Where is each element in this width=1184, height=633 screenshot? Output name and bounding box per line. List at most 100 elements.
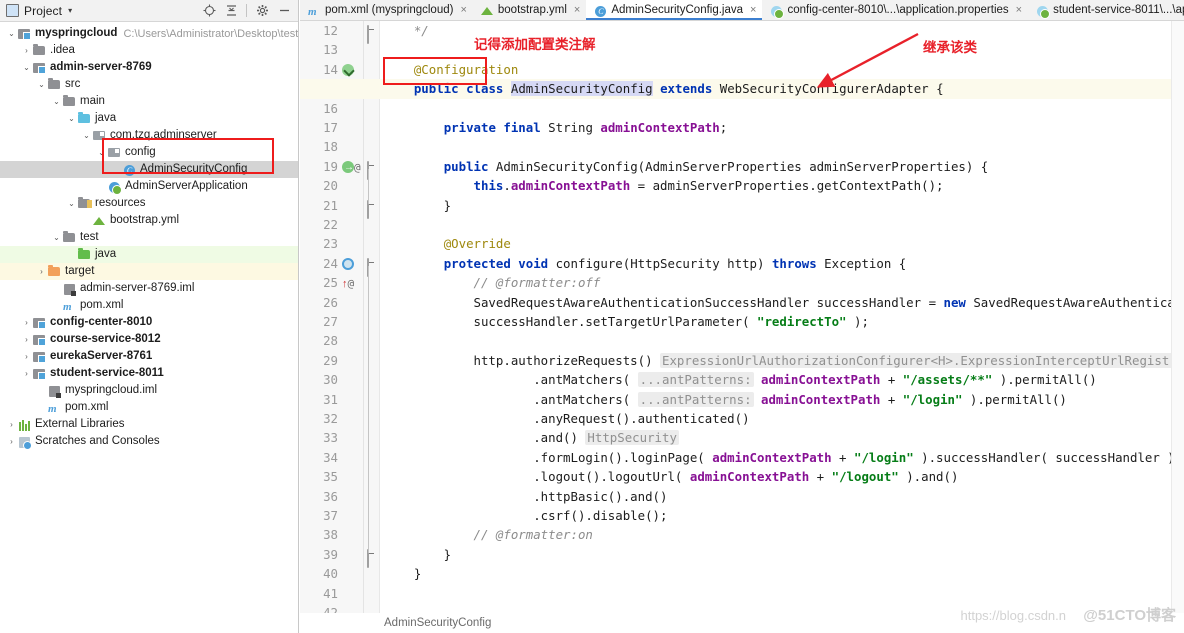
code-line[interactable]: public class AdminSecurityConfig extends… [300, 79, 1184, 99]
tree-item-label: AdminServerApplication [125, 180, 248, 192]
tree-item-pom-xml[interactable]: m pom.xml [0, 297, 298, 314]
tree-item-bootstrap-yml[interactable]: bootstrap.yml [0, 212, 298, 229]
folder-icon [62, 230, 77, 245]
tree-item-admin-server-8769-iml[interactable]: admin-server-8769.iml [0, 280, 298, 297]
project-tree[interactable]: ⌄ myspringcloud C:\Users\Administrator\Des… [0, 22, 298, 633]
editor-tab-student-service-8011-applicati[interactable]: student-service-8011\...\applicati× [1028, 0, 1184, 20]
tree-item-label: target [65, 265, 95, 277]
code-line[interactable]: @Override [300, 234, 1184, 253]
close-icon[interactable]: × [460, 5, 466, 16]
editor-tab-pom-xml-myspringcloud[interactable]: m pom.xml (myspringcloud) × [300, 0, 473, 20]
editor-tab-bar[interactable]: m pom.xml (myspringcloud) × bootstrap.yml × C… [300, 0, 1184, 21]
chevron-down-icon[interactable]: ⌄ [66, 110, 77, 127]
tree-item-com-tzq-adminserver[interactable]: ⌄ com.tzq.adminserver [0, 127, 298, 144]
code-line[interactable]: .antMatchers( ...antPatterns: adminConte… [300, 370, 1184, 389]
code-line[interactable]: .and() HttpSecurity [300, 428, 1184, 447]
tree-item-scratches-and-consoles[interactable]: › Scratches and Consoles [0, 433, 298, 450]
tree-item-test[interactable]: ⌄ test [0, 229, 298, 246]
code-line[interactable]: protected void configure(HttpSecurity ht… [300, 254, 1184, 273]
code-line[interactable]: } [300, 564, 1184, 583]
code-line[interactable] [300, 99, 1184, 118]
code-line[interactable]: SavedRequestAwareAuthenticationSuccessHa… [300, 293, 1184, 312]
code-line[interactable] [300, 331, 1184, 350]
close-icon[interactable]: × [750, 5, 756, 16]
tree-item-myspringcloud-iml[interactable]: myspringcloud.iml [0, 382, 298, 399]
code-line[interactable] [300, 584, 1184, 603]
tree-item-java[interactable]: ⌄ java [0, 110, 298, 127]
code-line[interactable]: successHandler.setTargetUrlParameter( "r… [300, 312, 1184, 331]
code-line[interactable] [300, 215, 1184, 234]
chevron-right-icon[interactable]: › [21, 348, 32, 365]
code-line[interactable]: private final String adminContextPath; [300, 118, 1184, 137]
chevron-right-icon[interactable]: › [6, 433, 17, 450]
chevron-down-icon[interactable]: ⌄ [81, 127, 92, 144]
tree-item-myspringcloud[interactable]: ⌄ myspringcloud C:\Users\Administrator\Des… [0, 25, 298, 42]
code-line[interactable]: } [300, 545, 1184, 564]
tree-item-label: config [125, 146, 156, 158]
close-icon[interactable]: × [1016, 5, 1022, 16]
tree-item-external-libraries[interactable]: › External Libraries [0, 416, 298, 433]
chevron-right-icon[interactable]: › [6, 416, 17, 433]
tree-item-adminsecurityconfig[interactable]: C AdminSecurityConfig [0, 161, 298, 178]
code-line-text: @Configuration [413, 61, 519, 77]
module-icon [32, 350, 47, 364]
code-line[interactable]: .antMatchers( ...antPatterns: adminConte… [300, 390, 1184, 409]
code-content[interactable]: */ @Configuration public class AdminSecu… [300, 21, 1184, 613]
code-line[interactable]: // @formatter:off [300, 273, 1184, 292]
chevron-down-icon[interactable]: ⌄ [96, 144, 107, 161]
editor-tab-config-center-8010-application-properties[interactable]: config-center-8010\...\application.prope… [762, 0, 1029, 20]
chevron-down-icon[interactable]: ⌄ [6, 25, 17, 42]
tree-item-admin-server-8769[interactable]: ⌄ admin-server-8769 [0, 59, 298, 76]
code-line[interactable]: .anyRequest().authenticated() [300, 409, 1184, 428]
code-line[interactable]: .formLogin().loginPage( adminContextPath… [300, 448, 1184, 467]
code-line[interactable]: @Configuration [300, 60, 1184, 79]
code-line-text: .antMatchers( ...antPatterns: adminConte… [384, 391, 1067, 407]
code-line[interactable]: // @formatter:on [300, 525, 1184, 544]
tree-item-eurekaserver-8761[interactable]: › eurekaServer-8761 [0, 348, 298, 365]
hide-icon[interactable] [274, 2, 294, 20]
tree-item-config-center-8010[interactable]: › config-center-8010 [0, 314, 298, 331]
code-line[interactable] [300, 137, 1184, 156]
collapse-all-icon[interactable] [221, 2, 241, 20]
code-line[interactable]: public AdminSecurityConfig(AdminServerPr… [300, 157, 1184, 176]
settings-icon[interactable] [252, 2, 272, 20]
code-line[interactable]: .httpBasic().and() [300, 487, 1184, 506]
tree-item-target[interactable]: › target [0, 263, 298, 280]
chevron-down-icon[interactable]: ⌄ [66, 195, 77, 212]
code-line[interactable]: } [300, 196, 1184, 215]
chevron-right-icon[interactable]: › [21, 314, 32, 331]
tree-item-config[interactable]: ⌄ config [0, 144, 298, 161]
close-icon[interactable]: × [574, 5, 580, 16]
tree-item-java[interactable]: java [0, 246, 298, 263]
editor-tab-label: config-center-8010\...\application.prope… [787, 4, 1009, 16]
code-line[interactable]: .logout().logoutUrl( adminContextPath + … [300, 467, 1184, 486]
tree-item-student-service-8011[interactable]: › student-service-8011 [0, 365, 298, 382]
chevron-down-icon[interactable]: ▾ [68, 6, 72, 15]
chevron-right-icon[interactable]: › [21, 42, 32, 59]
code-line-text: .logout().logoutUrl( adminContextPath + … [384, 469, 959, 485]
code-line[interactable]: */ [300, 21, 1184, 40]
chevron-right-icon[interactable]: › [21, 365, 32, 382]
locate-icon[interactable] [199, 2, 219, 20]
editor-tab-bootstrap-yml[interactable]: bootstrap.yml × [472, 0, 587, 20]
tree-item-adminserverapplication[interactable]: AdminServerApplication [0, 178, 298, 195]
tree-item-course-service-8012[interactable]: › course-service-8012 [0, 331, 298, 348]
chevron-down-icon[interactable]: ⌄ [36, 76, 47, 93]
tree-item-resources[interactable]: ⌄ resources [0, 195, 298, 212]
code-line[interactable]: .csrf().disable(); [300, 506, 1184, 525]
code-editor[interactable]: 1213141516171819@2021222324↑@25262728293… [300, 21, 1184, 613]
tree-item-src[interactable]: ⌄ src [0, 76, 298, 93]
chevron-right-icon[interactable]: › [21, 331, 32, 348]
editor-tab-adminsecurityconfig-java[interactable]: C AdminSecurityConfig.java × [586, 0, 763, 20]
chevron-down-icon[interactable]: ⌄ [21, 59, 32, 76]
tree-item-pom-xml[interactable]: m pom.xml [0, 399, 298, 416]
chevron-down-icon[interactable]: ⌄ [51, 93, 62, 110]
tree-item-main[interactable]: ⌄ main [0, 93, 298, 110]
chevron-right-icon[interactable]: › [36, 263, 47, 280]
error-stripe-scrollbar[interactable] [1171, 21, 1184, 613]
tree-item-idea[interactable]: › .idea [0, 42, 298, 59]
chevron-down-icon[interactable]: ⌄ [51, 229, 62, 246]
code-line[interactable]: http.authorizeRequests() ExpressionUrlAu… [300, 351, 1184, 370]
code-line[interactable]: this.adminContextPath = adminServerPrope… [300, 176, 1184, 195]
code-line[interactable] [300, 40, 1184, 59]
